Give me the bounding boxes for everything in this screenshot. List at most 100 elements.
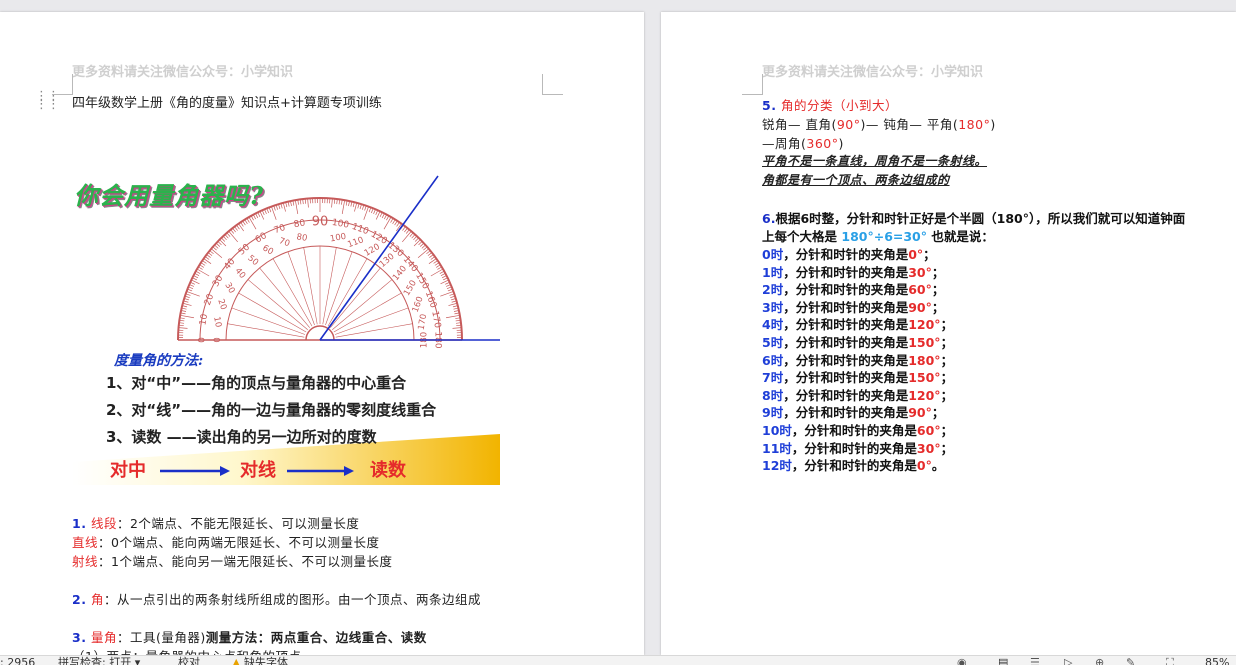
hour-text: ，分针和时针的夹角是 [791, 423, 917, 438]
hour-punct: ； [940, 423, 954, 438]
protractor-inner-label: 80 [296, 232, 308, 244]
protractor-tick [409, 232, 414, 237]
hour-punct: ； [940, 335, 954, 350]
protractor-tick [271, 206, 277, 220]
section-6-intro-2: 上每个大格是 180°÷6=30° 也就是说： [762, 229, 994, 244]
protractor-tick [442, 277, 448, 281]
protractor-outer-label: 20 [203, 292, 216, 306]
hour-angle-row: 5时，分针和时针的夹角是150°； [762, 332, 953, 351]
protractor-tick [189, 284, 195, 287]
drag-handle-icon[interactable]: ⋮⋮ ⋮⋮ [35, 90, 60, 111]
section-number: 5. [762, 98, 777, 113]
status-bar: : 2956 拼写检查: 打开 ▾ 校对 ▲ 缺失字体 ◉ ▤ ☰ ▷ ⊕ ✎ … [0, 655, 1236, 665]
protractor-tick [242, 220, 246, 226]
margin-corner-mark [542, 74, 563, 95]
protractor-outer-label: 10 [198, 313, 210, 326]
method-step-2: 2、对“线”——角的一边与量角器的零刻度线重合 [106, 401, 437, 419]
hour-label: 12时 [762, 458, 792, 474]
protractor-tick [331, 198, 333, 208]
margin-corner-mark [742, 74, 763, 95]
protractor-tick [244, 219, 248, 225]
protractor-tick [193, 275, 199, 279]
protractor-tick [437, 266, 442, 270]
hour-degree: 120° [908, 317, 941, 333]
protractor-tick [192, 277, 198, 281]
protractor-tick [190, 281, 195, 285]
protractor-tick [221, 237, 226, 242]
protractor-inner-label: 110 [346, 235, 365, 250]
protractor-tick [282, 202, 286, 212]
word-count[interactable]: : 2956 [0, 656, 35, 665]
section-6-intro-1: 6.根据6时整，分针和时针正好是个半圆（180°），所以我们就可以知道钟面 [762, 211, 1186, 226]
hour-punct: ； [940, 387, 954, 403]
hour-punct: ； [940, 370, 954, 386]
watermark: 更多资料请关注微信公众号：小学知识 [762, 65, 984, 80]
hour-punct: ； [940, 352, 954, 368]
hour-degree: 90° [908, 405, 932, 421]
angle-classes-line-1: 锐角— 直角(90°)— 钝角— 平角(180°) [762, 117, 996, 132]
zoom-level[interactable]: 85% [1205, 656, 1229, 665]
web-view-icon[interactable]: ⊕ [1095, 656, 1104, 665]
chevron-down-icon: ▾ [134, 656, 141, 665]
protractor-outer-label: 100 [331, 218, 350, 231]
hour-label: 6时 [762, 352, 784, 368]
hour-label: 11时 [762, 440, 792, 456]
section-number: 6. [762, 211, 776, 226]
hour-angle-row: 0时，分针和时针的夹角是0°； [762, 244, 936, 263]
outline-view-icon[interactable]: ☰ [1030, 656, 1040, 665]
eye-icon[interactable]: ◉ [957, 656, 967, 665]
protractor-tick [236, 224, 240, 230]
protractor-tick [204, 256, 210, 260]
hour-text: ，分针和时针的夹角是 [783, 405, 909, 421]
term-label: 角 [90, 592, 104, 607]
protractor-tick [214, 244, 219, 249]
protractor-tick [180, 314, 195, 319]
hour-degree: 150° [908, 335, 941, 350]
pen-icon[interactable]: ✎ [1126, 656, 1135, 665]
section-3-sub-line: （1）两点：量角器的中心点和角的顶点 [72, 646, 301, 655]
hour-text: ，分针和时针的夹角是 [791, 458, 917, 474]
protractor-tick [264, 209, 267, 215]
hour-text: ，分针和时针的夹角是 [783, 317, 909, 333]
section-1-line: 1. 线段：2个端点、不能无限延长、可以测量长度 [72, 513, 359, 532]
proofread-button[interactable]: 校对 [178, 656, 200, 665]
method-heading: 度量角的方法: [114, 353, 204, 369]
missing-font-button[interactable]: ▲ 缺失字体 [232, 656, 288, 665]
page-view-icon[interactable]: ▤ [998, 656, 1008, 665]
protractor-outer-label: 90 [312, 215, 329, 230]
hour-text: ，分针和时针的夹角是 [791, 440, 917, 456]
play-icon[interactable]: ▷ [1064, 656, 1072, 665]
protractor-tick [440, 291, 454, 297]
hour-label: 10时 [762, 423, 792, 438]
protractor-tick [430, 256, 436, 260]
protractor-ray [287, 251, 315, 326]
hour-degree: 180° [908, 352, 941, 368]
protractor-inner-label: 60 [261, 243, 275, 257]
term-label: 线段 [90, 516, 117, 531]
protractor-tick [207, 252, 213, 256]
protractor-tick [232, 227, 236, 233]
protractor-inner-label: 50 [245, 253, 260, 268]
protractor-tick [206, 254, 211, 258]
protractor-tick [452, 327, 462, 329]
hour-text: ，分针和时针的夹角是 [783, 352, 909, 368]
protractor-tick [414, 237, 419, 242]
protractor-tick [411, 234, 416, 239]
protractor-tick [202, 260, 207, 264]
hour-text: ，分针和时针的夹角是 [783, 264, 909, 280]
protractor-tick [354, 202, 358, 212]
hour-punct: ； [931, 282, 945, 298]
protractor-ray [332, 279, 393, 330]
protractor-tick [178, 327, 188, 329]
protractor-tick [253, 214, 256, 220]
protractor-ray [330, 267, 381, 328]
angle-classes-line-2: —周角(360°) [762, 136, 844, 151]
hour-label: 8时 [762, 387, 784, 403]
section-5-title: 5. 角的分类（小到大） [762, 95, 898, 114]
hour-punct: ； [931, 264, 945, 280]
protractor-inner-label: 70 [277, 236, 291, 249]
hour-degree: 90° [908, 299, 932, 315]
spell-check-status[interactable]: 拼写检查: 打开 ▾ [58, 656, 140, 665]
protractor-tick [200, 262, 206, 266]
fit-page-icon[interactable]: ⛶ [1166, 656, 1174, 665]
